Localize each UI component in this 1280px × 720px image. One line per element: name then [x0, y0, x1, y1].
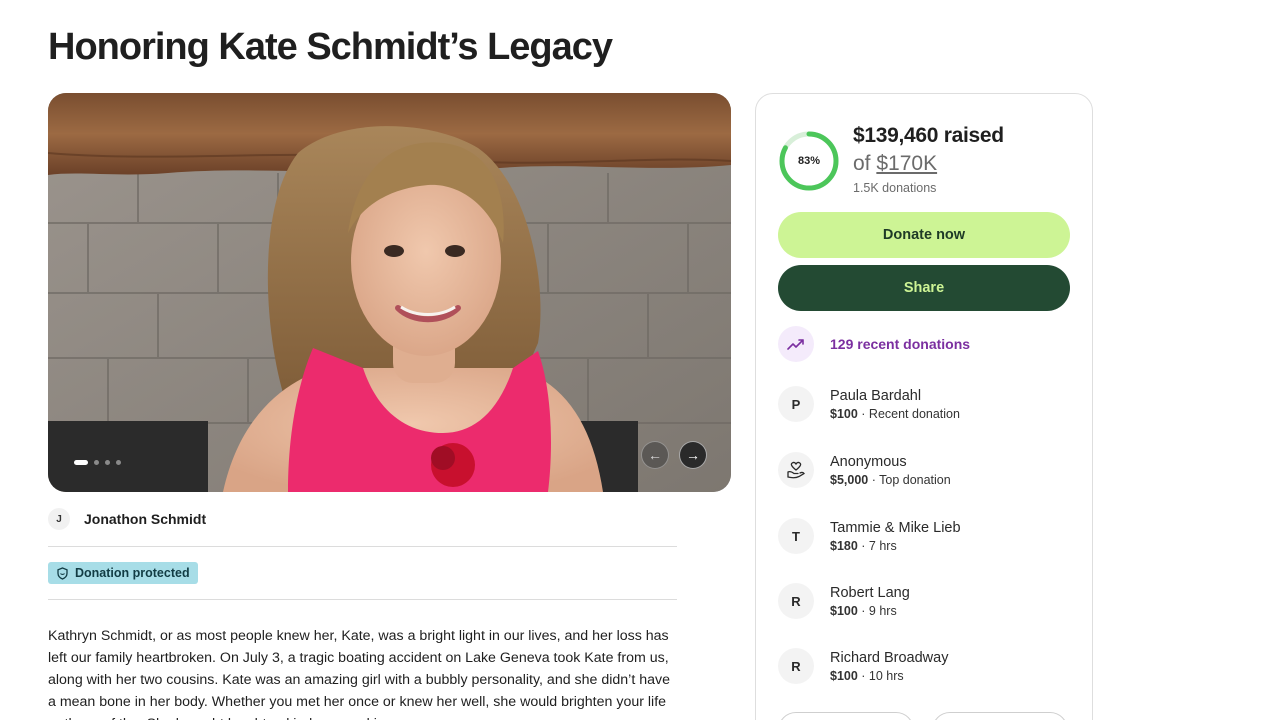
donation-card: 83% $139,460 raised of $170K 1.5K donati…: [755, 93, 1093, 720]
gallery-dot[interactable]: [116, 460, 121, 465]
recent-donations-label: 129 recent donations: [830, 336, 971, 352]
donor-name: Robert Lang: [830, 584, 910, 601]
amount-raised: $139,460 raised: [853, 124, 1004, 147]
goal-value[interactable]: $170K: [876, 152, 937, 175]
organizer-name[interactable]: Jonathon Schmidt: [84, 511, 206, 527]
gallery-next-button[interactable]: →: [679, 441, 707, 469]
donor-name: Tammie & Mike Lieb: [830, 519, 961, 536]
heart-hand-icon: [778, 452, 814, 488]
fundraiser-photo: [48, 93, 731, 492]
list-item: P Paula Bardahl $100 · Recent donation: [778, 386, 960, 422]
avatar: R: [778, 583, 814, 619]
gallery-dot[interactable]: [94, 460, 99, 465]
see-top-button[interactable]: [932, 712, 1068, 720]
shield-icon: [57, 566, 68, 580]
donor-meta: $5,000 · Top donation: [830, 472, 951, 487]
organizer-avatar: J: [48, 508, 70, 530]
gallery-prev-button[interactable]: ←: [641, 441, 669, 469]
donor-name: Anonymous: [830, 453, 907, 470]
gallery-dot[interactable]: [74, 460, 88, 465]
donor-name: Richard Broadway: [830, 649, 949, 666]
arrow-left-icon: ←: [648, 447, 662, 463]
donation-count: 1.5K donations: [853, 181, 937, 195]
list-item: R Richard Broadway $100 · 10 hrs: [778, 648, 948, 684]
divider: [48, 546, 677, 547]
gallery-dot[interactable]: [105, 460, 110, 465]
share-button[interactable]: Share: [778, 265, 1070, 311]
donor-meta: $100 · Recent donation: [830, 406, 960, 421]
donation-protected-badge[interactable]: Donation protected: [48, 562, 198, 584]
photo-gallery[interactable]: ← →: [48, 93, 731, 492]
donor-name: Paula Bardahl: [830, 387, 922, 404]
divider: [48, 599, 677, 600]
avatar: R: [778, 648, 814, 684]
goal-prefix: of: [853, 152, 871, 175]
see-all-button[interactable]: [778, 712, 914, 720]
progress-percent: 83%: [797, 155, 821, 167]
list-item: R Robert Lang $100 · 9 hrs: [778, 583, 910, 619]
arrow-right-icon: →: [686, 447, 700, 463]
story-text: Kathryn Schmidt, or as most people knew …: [48, 628, 670, 720]
page-title: Honoring Kate Schmidt’s Legacy: [48, 26, 613, 68]
donor-meta: $100 · 10 hrs: [830, 668, 904, 683]
recent-donations-link[interactable]: 129 recent donations: [778, 326, 970, 362]
list-item: T Tammie & Mike Lieb $180 · 7 hrs: [778, 518, 961, 554]
gallery-pagination[interactable]: [74, 460, 121, 465]
donor-meta: $100 · 9 hrs: [830, 603, 897, 618]
goal-amount: of $170K: [853, 152, 937, 176]
trending-up-icon: [778, 326, 814, 362]
donate-now-button[interactable]: Donate now: [778, 212, 1070, 258]
donor-meta: $180 · 7 hrs: [830, 538, 897, 553]
organizer[interactable]: J Jonathon Schmidt: [48, 508, 206, 530]
badge-label: Donation protected: [75, 566, 190, 580]
avatar: T: [778, 518, 814, 554]
list-item: Anonymous $5,000 · Top donation: [778, 452, 951, 488]
avatar: P: [778, 386, 814, 422]
